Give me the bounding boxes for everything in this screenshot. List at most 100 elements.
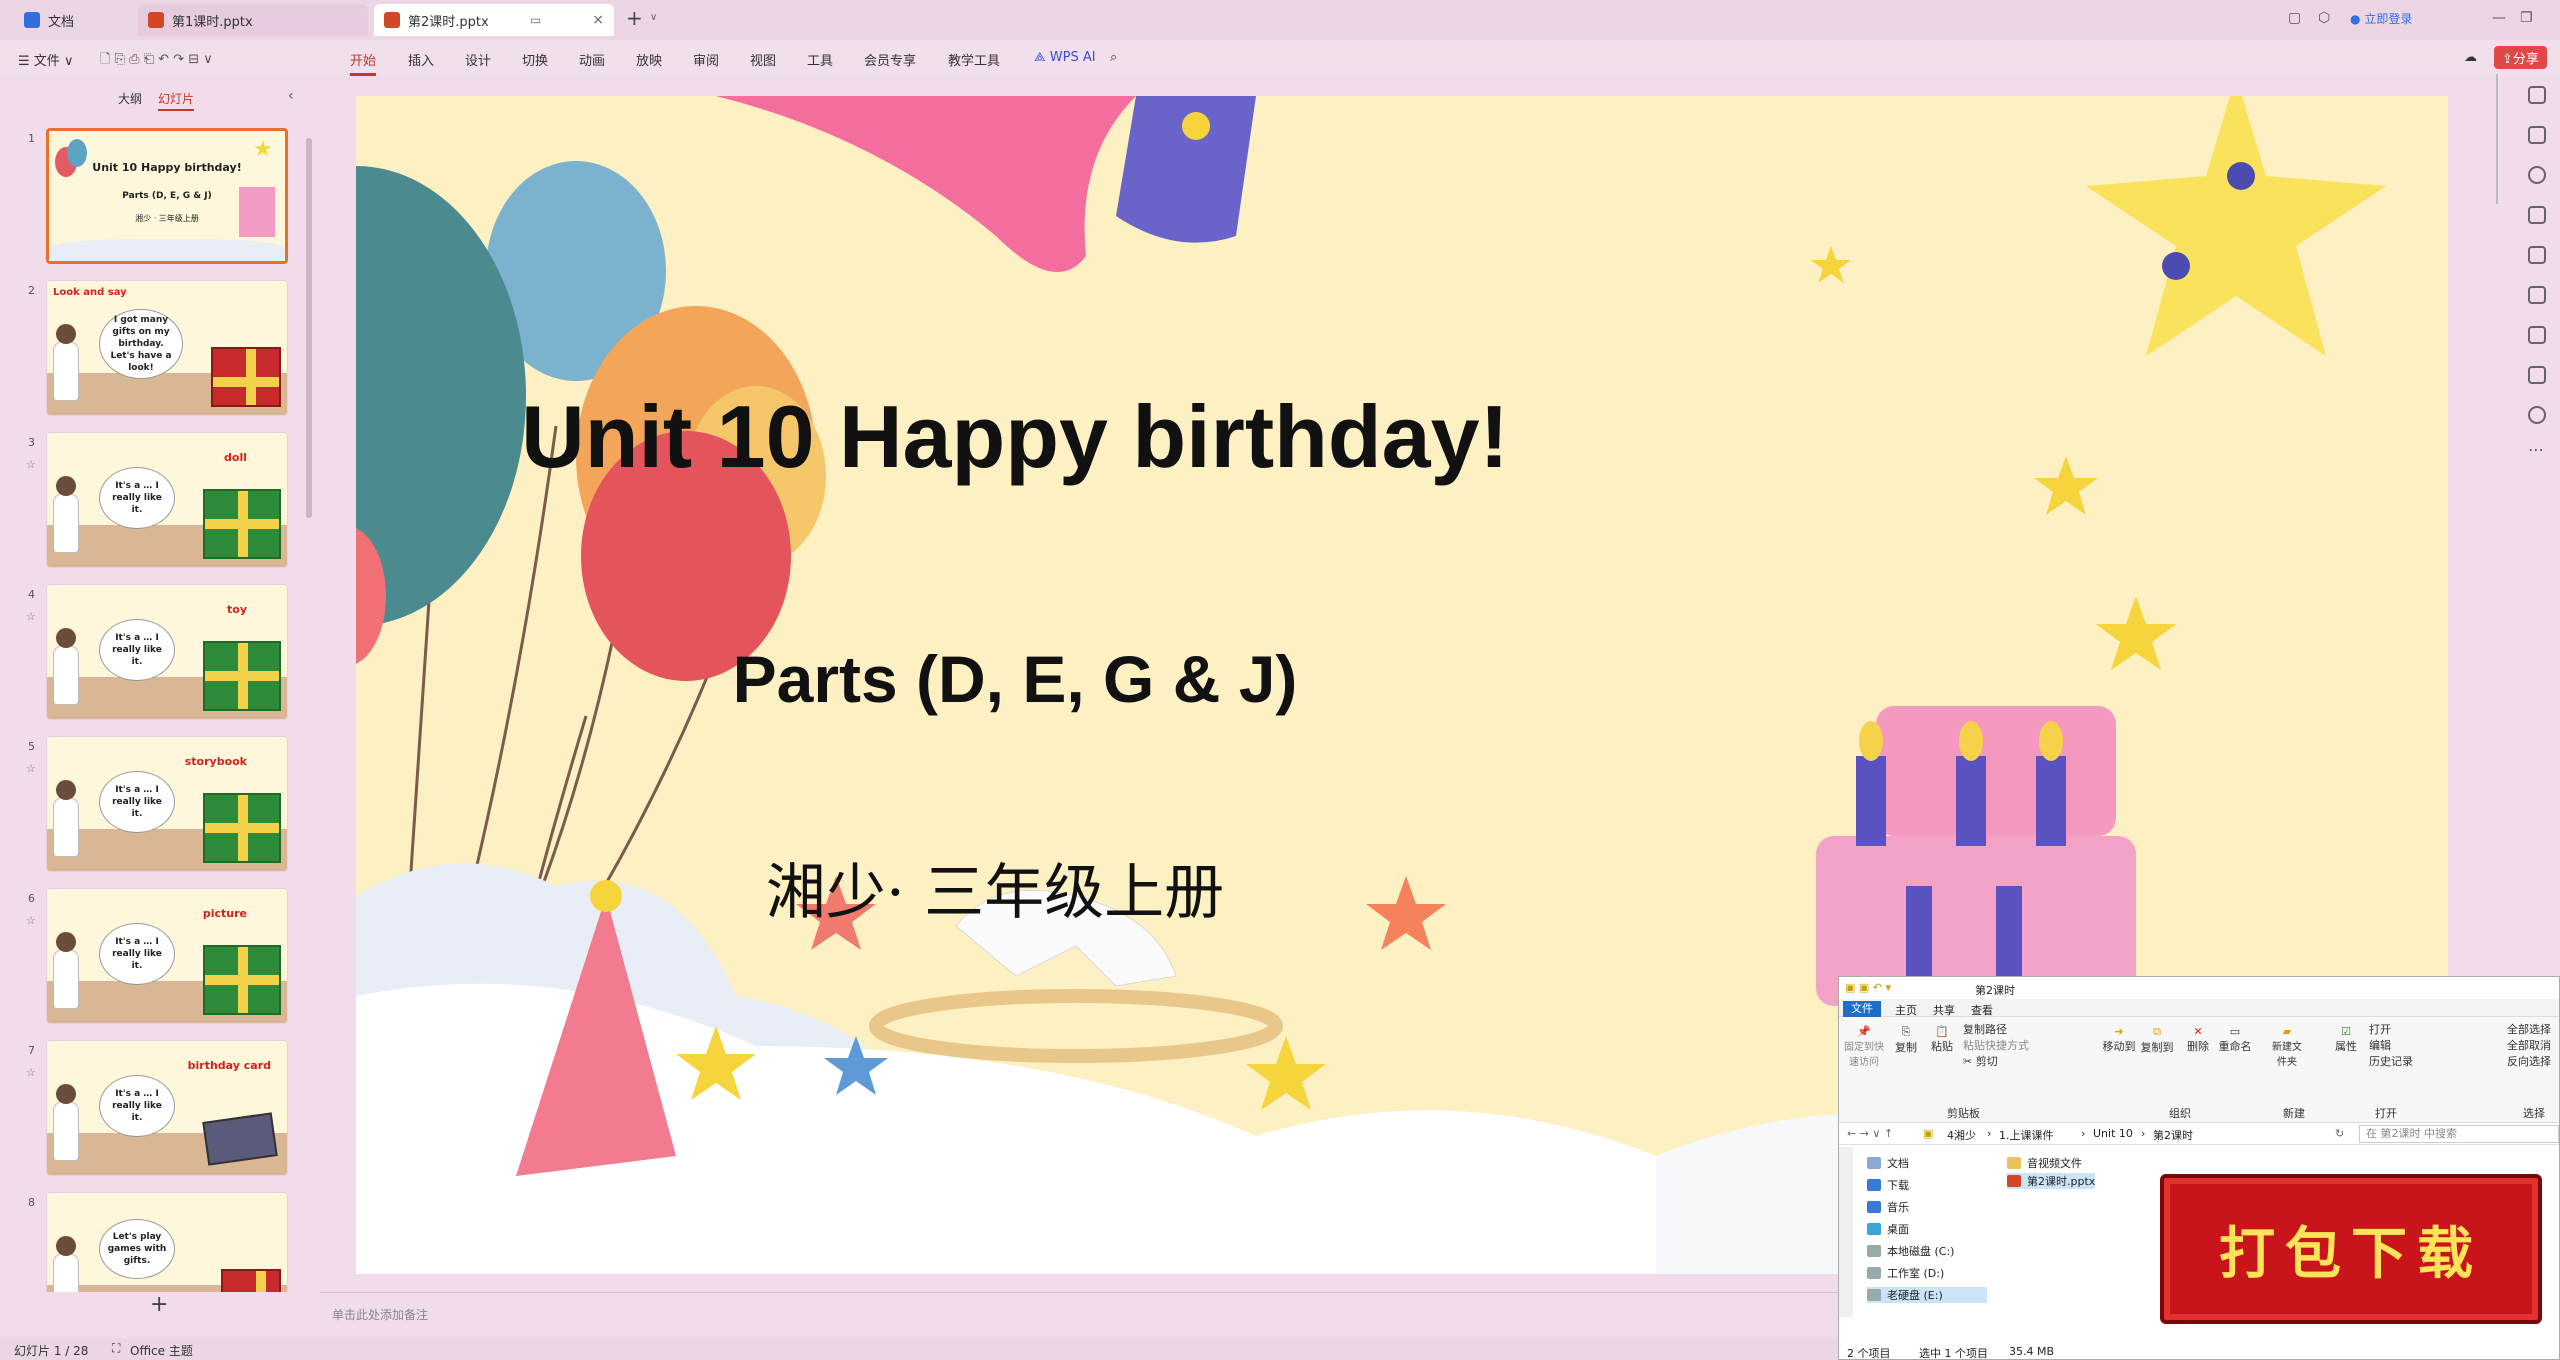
toolbar-quick-icons[interactable]: 🗋 ⎘ ⎙ ⎗ ↶ ↷ ⊟ ∨ (100, 50, 213, 72)
ribbon-tab-teaching[interactable]: 教学工具 (948, 50, 1000, 69)
star-outline-icon[interactable]: ☆ (26, 762, 36, 775)
explorer-search-input[interactable]: 在 第2课时 中搜索 (2359, 1125, 2559, 1143)
ribbon-tab-animation[interactable]: 动画 (579, 50, 605, 69)
star-outline-icon[interactable]: ☆ (26, 458, 36, 471)
login-button[interactable]: ● 立即登录 (2350, 10, 2412, 27)
menu-file[interactable]: ☰ 文件 ∨ (18, 50, 73, 69)
rename-button[interactable]: ▭ 重命名 (2217, 1025, 2253, 1054)
wps-ai-button[interactable]: ⟁ WPS AI (1034, 50, 1096, 65)
ribbon-tab-transition[interactable]: 切换 (522, 50, 548, 69)
nav-item-drive-c[interactable]: 本地磁盘 (C:) (1867, 1243, 1954, 1259)
slide-subtitle[interactable]: Parts (D, E, G & J) (356, 641, 1674, 717)
tab-slides[interactable]: 幻灯片 (158, 90, 195, 111)
properties-button[interactable]: ☑ 属性 (2331, 1025, 2361, 1054)
star-outline-icon[interactable]: ☆ (26, 914, 36, 927)
breadcrumb-item[interactable]: Unit 10 (2093, 1127, 2133, 1140)
new-folder-button[interactable]: ▰ 新建文件夹 (2269, 1025, 2305, 1068)
chevron-down-icon[interactable]: ∨ (650, 12, 657, 23)
more-icon[interactable]: ⋯ (2528, 440, 2544, 459)
slide-thumbnail[interactable]: It's a … I really like it. storybook (46, 736, 288, 872)
tab-lesson2[interactable]: 第2课时.pptx ▭ × (374, 4, 614, 36)
explorer-tab-view[interactable]: 查看 (1971, 1002, 1993, 1018)
slide-thumbnail[interactable]: It's a … I really like it. birthday card (46, 1040, 288, 1176)
slide-thumbnail[interactable]: It's a … I really like it. picture (46, 888, 288, 1024)
slide-thumbnail[interactable]: Look and say I got many gifts on my birt… (46, 280, 288, 416)
history-button[interactable]: 历史记录 (2369, 1053, 2413, 1069)
explorer-tab-file[interactable]: 文件 (1843, 1001, 1881, 1017)
monitor-icon[interactable]: ▭ (530, 13, 541, 27)
invert-selection-button[interactable]: 反向选择 (2507, 1053, 2551, 1069)
breadcrumb-item[interactable]: 4湘少 (1947, 1127, 1976, 1143)
thumbnail-row[interactable]: 2 Look and say I got many gifts on my bi… (0, 280, 310, 420)
slide-thumbnail[interactable]: It's a … I really like it. doll (46, 432, 288, 568)
shield-icon[interactable] (2528, 366, 2546, 384)
sliders-icon[interactable] (2528, 126, 2546, 144)
copy-button[interactable]: ⎘ 复制 (1891, 1025, 1921, 1055)
paste-shortcut-button[interactable]: 粘贴快捷方式 (1963, 1037, 2029, 1053)
explorer-tab-home[interactable]: 主页 (1895, 1002, 1917, 1018)
magic-icon[interactable] (2528, 286, 2546, 304)
nav-item-documents[interactable]: 文档 (1867, 1155, 1909, 1171)
copy-icon[interactable] (2528, 206, 2546, 224)
thumbnail-row[interactable]: 8 Let's play games with gifts. (0, 1192, 310, 1292)
star-outline-icon[interactable]: ☆ (26, 610, 36, 623)
pin-button[interactable]: 📌 固定到快速访问 (1843, 1025, 1885, 1068)
nav-item-music[interactable]: 音乐 (1867, 1199, 1909, 1215)
nav-item-desktop[interactable]: 桌面 (1867, 1221, 1909, 1237)
nav-scrollbar[interactable] (1839, 1147, 1853, 1317)
file-item-folder[interactable]: 音视频文件 (2007, 1155, 2082, 1171)
ribbon-tab-design[interactable]: 设计 (465, 50, 491, 69)
delete-button[interactable]: ✕ 删除 (2183, 1025, 2213, 1054)
thumbnail-row[interactable]: 7 ☆ It's a … I really like it. birthday … (0, 1040, 310, 1180)
window-icon[interactable]: ▢ (2288, 10, 2301, 26)
slide-thumbnail[interactable]: It's a … I really like it. toy (46, 584, 288, 720)
thumbnail-row[interactable]: 6 ☆ It's a … I really like it. picture (0, 888, 310, 1028)
notes-placeholder[interactable]: 单击此处添加备注 (332, 1306, 428, 1323)
filter-icon[interactable] (2528, 86, 2546, 104)
open-button[interactable]: 打开 (2369, 1021, 2391, 1037)
ribbon-tab-slideshow[interactable]: 放映 (636, 50, 662, 69)
slide-scrollbar[interactable] (2496, 74, 2498, 204)
nav-arrows-icon[interactable]: ← → ∨ ↑ (1847, 1127, 1893, 1140)
nav-item-drive-d[interactable]: 工作室 (D:) (1867, 1265, 1944, 1281)
cube-icon[interactable]: ⬡ (2318, 10, 2330, 26)
thumbnail-row[interactable]: 3 ☆ It's a … I really like it. doll (0, 432, 310, 572)
refresh-icon[interactable]: ↻ (2335, 1127, 2344, 1140)
file-item-pptx[interactable]: 第2课时.pptx (2007, 1173, 2096, 1189)
palette-icon[interactable] (2528, 246, 2546, 264)
thumbnail-row[interactable]: 4 ☆ It's a … I really like it. toy (0, 584, 310, 724)
search-icon[interactable]: ⌕ (1110, 50, 1117, 65)
book-icon[interactable] (2528, 326, 2546, 344)
close-tab-icon[interactable]: × (582, 12, 604, 28)
cut-button[interactable]: ✂ 剪切 (1963, 1053, 1998, 1069)
ribbon-tab-tools[interactable]: 工具 (807, 50, 833, 69)
share-button[interactable]: ⇪分享 (2494, 46, 2547, 69)
thumbnail-row[interactable]: 5 ☆ It's a … I really like it. storybook (0, 736, 310, 876)
add-slide-button[interactable]: + (150, 1292, 168, 1317)
ribbon-tab-insert[interactable]: 插入 (408, 50, 434, 69)
maximize-icon[interactable]: ❐ (2520, 10, 2533, 26)
ribbon-tab-review[interactable]: 审阅 (693, 50, 719, 69)
help-icon[interactable] (2528, 406, 2546, 424)
select-none-button[interactable]: 全部取消 (2507, 1037, 2551, 1053)
slide-title[interactable]: Unit 10 Happy birthday! (356, 386, 1674, 488)
explorer-tab-share[interactable]: 共享 (1933, 1002, 1955, 1018)
edit-button[interactable]: 编辑 (2369, 1037, 2391, 1053)
ribbon-tab-member[interactable]: 会员专享 (864, 50, 916, 69)
copy-to-button[interactable]: ⧉ 复制到 (2139, 1025, 2175, 1055)
address-bar[interactable]: ← → ∨ ↑ ▣ 4湘少 › 1.上课课件 › Unit 10 › 第2课时 … (1839, 1123, 2559, 1145)
tab-lesson1[interactable]: 第1课时.pptx (138, 4, 368, 36)
theme-name[interactable]: Office 主题 (130, 1342, 193, 1359)
ribbon-tab-home[interactable]: 开始 (350, 50, 377, 76)
move-to-button[interactable]: ➜ 移动到 (2101, 1025, 2137, 1054)
thumbnail-row[interactable]: 1 ★ Unit 10 Happy birthday! Parts (D, E,… (0, 128, 310, 268)
nav-item-drive-e[interactable]: 老硬盘 (E:) (1867, 1287, 1987, 1303)
thumbnail-scrollbar[interactable] (306, 138, 312, 518)
collapse-panel-icon[interactable]: ‹ (288, 88, 294, 104)
download-package-button[interactable]: 打包下载 (2160, 1174, 2542, 1324)
breadcrumb-item[interactable]: 第2课时 (2153, 1127, 2193, 1143)
select-all-button[interactable]: 全部选择 (2507, 1021, 2551, 1037)
tab-documents[interactable]: 文档 (14, 4, 134, 36)
tab-outline[interactable]: 大纲 (118, 90, 142, 107)
ribbon-tab-view[interactable]: 视图 (750, 50, 776, 69)
